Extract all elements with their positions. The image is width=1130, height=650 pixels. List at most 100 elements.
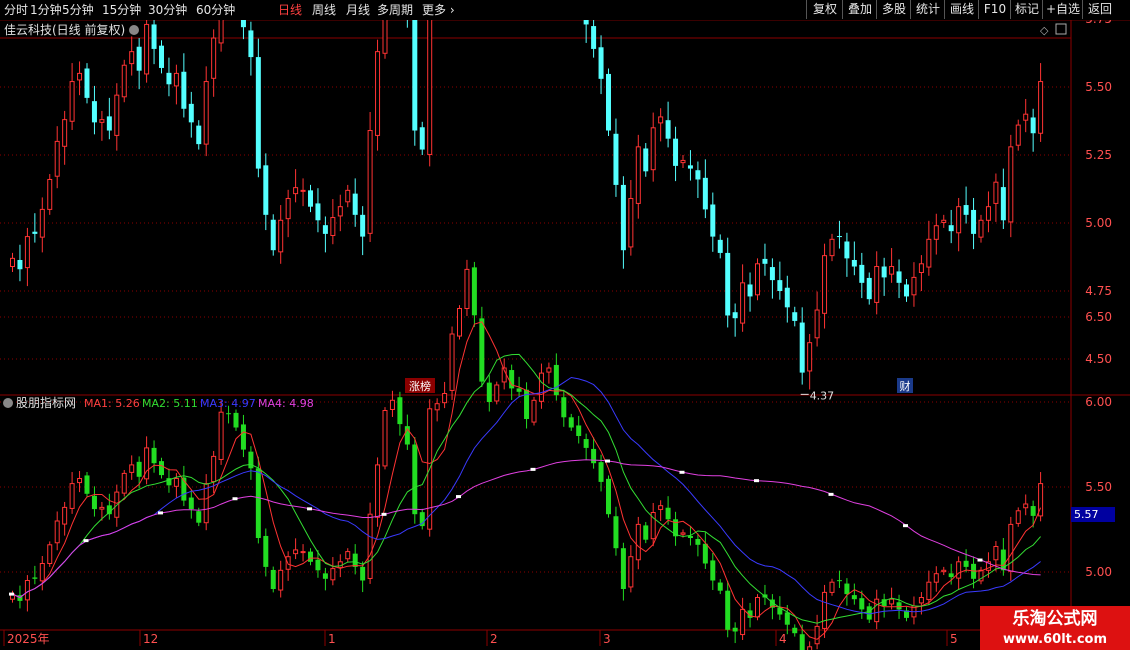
period-tab-4[interactable]: 30分钟 bbox=[148, 1, 187, 19]
indicator-candle-down bbox=[352, 553, 358, 567]
ma4-marker bbox=[977, 558, 983, 562]
indicator-candle-down bbox=[479, 318, 485, 382]
main-candle-up bbox=[926, 238, 932, 268]
time-label: 2025年 bbox=[7, 632, 50, 646]
indicator-candle-up bbox=[382, 410, 388, 467]
period-tab-0[interactable]: 分时 bbox=[4, 1, 28, 19]
indicator-candle-up bbox=[211, 455, 217, 483]
main-candle-up bbox=[755, 263, 760, 296]
indicator-candle-down bbox=[799, 634, 805, 650]
main-candle-down bbox=[84, 68, 90, 98]
main-candle-up bbox=[993, 181, 999, 204]
main-candle-down bbox=[598, 47, 604, 79]
toolbar-button-7[interactable]: +自选 bbox=[1042, 0, 1083, 19]
indicator-candle-down bbox=[136, 461, 142, 477]
period-tab-5[interactable]: 60分钟 bbox=[196, 1, 235, 19]
indicator-candle-up bbox=[54, 520, 60, 544]
main-candle-up bbox=[956, 206, 962, 234]
more-button[interactable]: 更多 › bbox=[422, 1, 455, 19]
indicator-candle-down bbox=[196, 511, 202, 523]
main-candle-up bbox=[99, 119, 105, 123]
main-candle-down bbox=[270, 219, 276, 251]
ma4-marker bbox=[9, 592, 14, 596]
main-candle-up bbox=[114, 94, 120, 136]
period-tab-8[interactable]: 月线 bbox=[346, 1, 370, 19]
ma4-marker bbox=[232, 497, 238, 501]
indicator-candle-up bbox=[918, 597, 924, 604]
main-candle-down bbox=[196, 125, 202, 145]
ma4-marker bbox=[828, 492, 834, 496]
main-candle-down bbox=[591, 26, 597, 49]
indicator-candle-down bbox=[896, 602, 902, 610]
indicator-candle-up bbox=[457, 308, 462, 337]
main-candle-down bbox=[702, 177, 708, 210]
main-candle-down bbox=[1000, 187, 1006, 221]
grid-lines bbox=[0, 20, 1130, 631]
indicator-candle-down bbox=[151, 447, 157, 464]
indicator-candle-up bbox=[926, 581, 932, 601]
period-tab-7[interactable]: 周线 bbox=[312, 1, 336, 19]
indicator-candle-down bbox=[270, 569, 276, 589]
main-candle-down bbox=[419, 127, 425, 150]
period-tab-6[interactable]: 日线 bbox=[278, 1, 302, 19]
toolbar-button-8[interactable]: 返回 bbox=[1082, 0, 1117, 19]
indicator-price-tick: 5.00 bbox=[1085, 565, 1112, 579]
indicator-candle-up bbox=[464, 268, 470, 309]
main-candle-down bbox=[17, 259, 23, 270]
kline-chart[interactable]: 6.506.256.005.755.505.255.004.754.506.50… bbox=[0, 20, 1130, 650]
indicator-candle-down bbox=[486, 382, 492, 402]
main-candle-down bbox=[777, 280, 783, 291]
toolbar-button-4[interactable]: 画线 bbox=[944, 0, 979, 19]
indicator-candle-down bbox=[859, 598, 865, 610]
main-candle-up bbox=[978, 219, 984, 238]
indicator-candle-up bbox=[933, 573, 939, 583]
window-icon bbox=[1055, 23, 1067, 35]
indicator-price-tick: 5.50 bbox=[1085, 480, 1112, 494]
chart-labels: 6.506.256.005.755.505.255.004.754.506.50… bbox=[3, 20, 1130, 650]
time-label: 5 bbox=[950, 632, 958, 646]
toolbar-button-5[interactable]: F10 bbox=[978, 0, 1011, 19]
indicator-candle-up bbox=[628, 556, 634, 588]
indicator-candle-down bbox=[620, 548, 626, 589]
toolbar-button-3[interactable]: 统计 bbox=[910, 0, 945, 19]
toolbar-button-2[interactable]: 多股 bbox=[876, 0, 911, 19]
indicator-candle-down bbox=[240, 424, 246, 450]
indicator-candle-down bbox=[732, 627, 738, 632]
period-tab-2[interactable]: 5分钟 bbox=[62, 1, 94, 19]
indicator-candle-down bbox=[360, 566, 366, 581]
main-candle-up bbox=[635, 146, 641, 204]
main-candle-up bbox=[218, 20, 224, 44]
indicator-candle-up bbox=[121, 472, 127, 494]
main-candle-down bbox=[352, 193, 358, 215]
period-tab-3[interactable]: 15分钟 bbox=[102, 1, 141, 19]
main-candle-up bbox=[889, 266, 895, 275]
toolbar-button-6[interactable]: 标记 bbox=[1010, 0, 1043, 19]
main-candle-down bbox=[106, 116, 112, 131]
toolbar-button-0[interactable]: 复权 bbox=[806, 0, 843, 19]
toolbar-button-1[interactable]: 叠加 bbox=[842, 0, 877, 19]
indicator-candle-down bbox=[561, 397, 567, 418]
period-tab-9[interactable]: 多周期 bbox=[377, 1, 413, 19]
ma-legend-1: MA1: 5.26 bbox=[84, 397, 140, 410]
indicator-candle-up bbox=[1023, 503, 1029, 509]
indicator-candle-up bbox=[47, 544, 53, 564]
main-candle-down bbox=[583, 20, 589, 25]
indicator-candle-up bbox=[218, 411, 224, 460]
ma4-marker bbox=[530, 467, 536, 471]
indicator-candle-up bbox=[330, 568, 336, 581]
main-candle-up bbox=[814, 309, 820, 339]
main-candle-down bbox=[613, 133, 619, 185]
indicator-candle-up bbox=[300, 551, 306, 554]
indicator-candle-up bbox=[24, 580, 30, 601]
low-marker: 4.37 bbox=[810, 389, 835, 402]
indicator-candle-up bbox=[39, 563, 45, 582]
main-candle-down bbox=[255, 57, 261, 169]
main-candle-down bbox=[620, 184, 626, 251]
main-candle-down bbox=[32, 231, 38, 234]
main-candle-down bbox=[91, 101, 97, 123]
main-candle-up bbox=[173, 72, 179, 87]
current-price-label: 5.57 bbox=[1074, 508, 1099, 521]
time-label: 4 bbox=[779, 632, 787, 646]
period-tab-1[interactable]: 1分钟 bbox=[30, 1, 62, 19]
main-candle-up bbox=[427, 20, 433, 155]
